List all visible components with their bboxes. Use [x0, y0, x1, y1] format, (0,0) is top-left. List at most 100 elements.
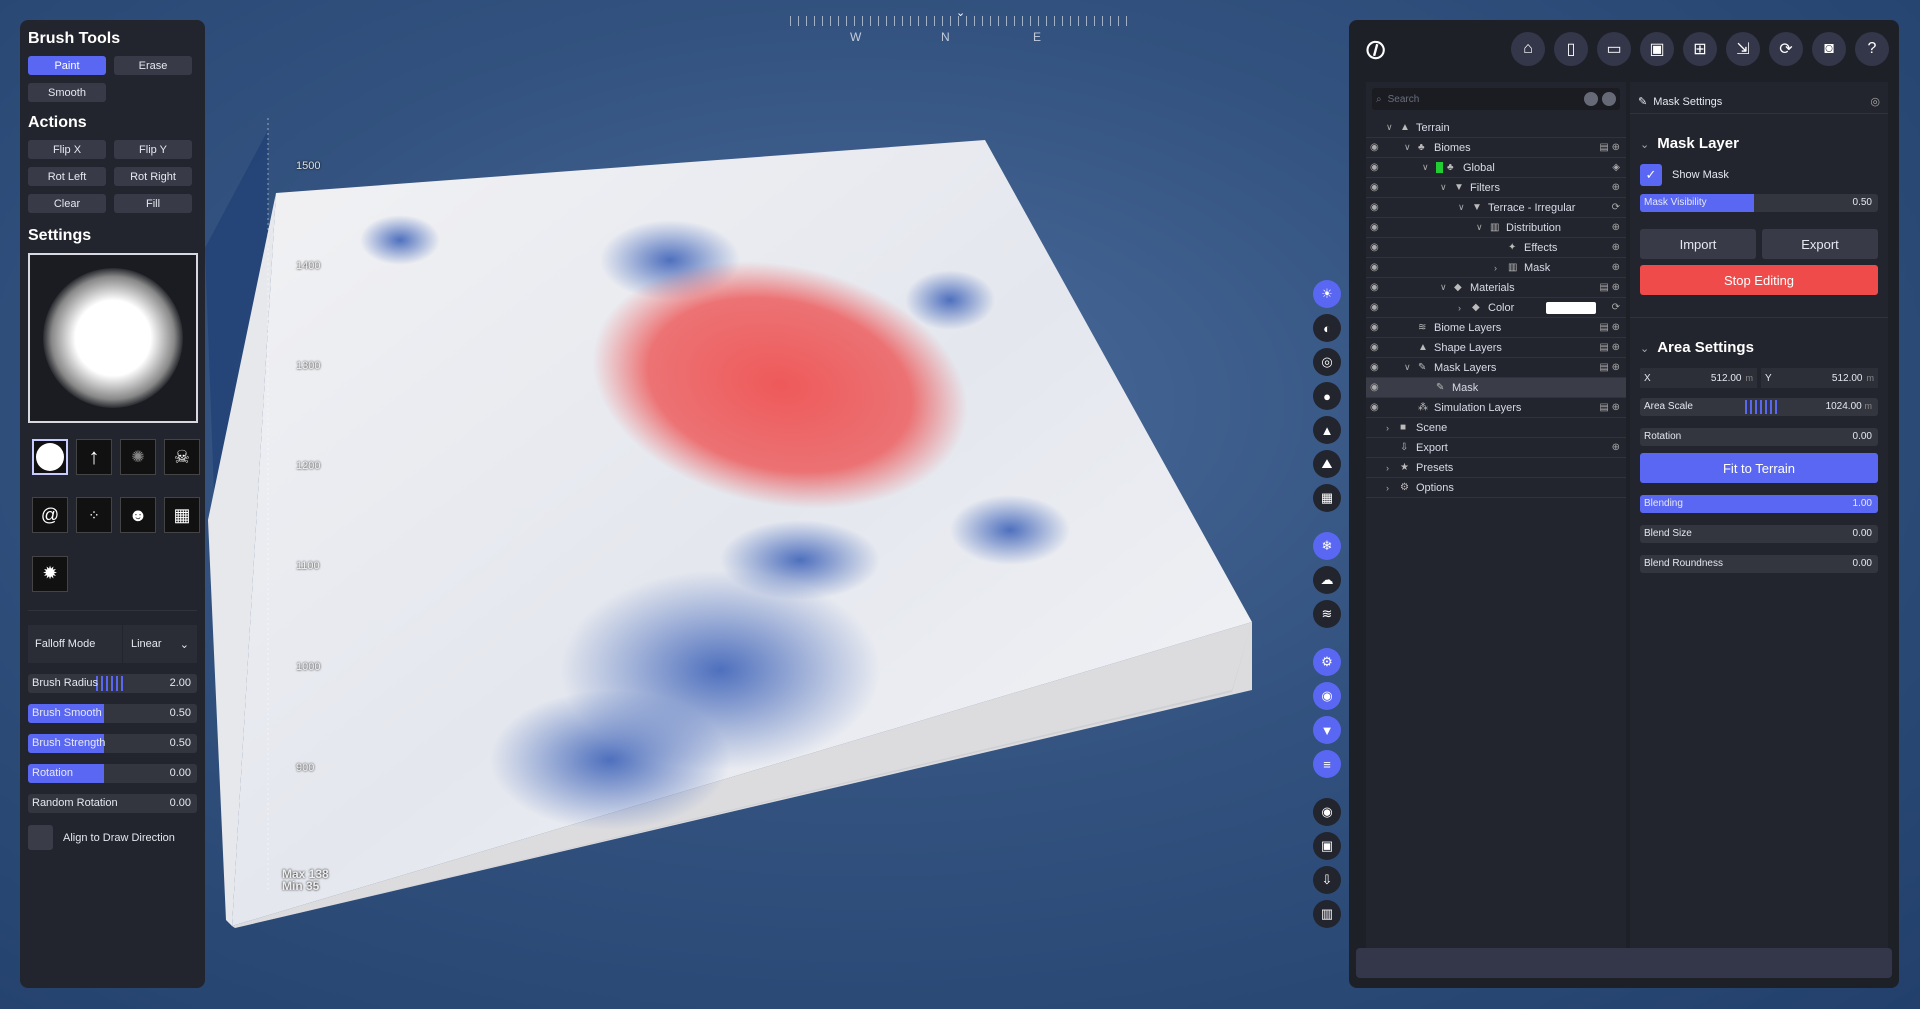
show-mask-checkbox[interactable]: ✓	[1640, 164, 1662, 186]
skull-crossbones-brush-icon[interactable]: ☠	[164, 439, 200, 475]
rot-right-button[interactable]: Rot Right	[114, 167, 192, 186]
help-icon[interactable]: ?	[1855, 32, 1889, 66]
tree-row[interactable]: ◉ ∨ ♣ Biomes ▤ ⊕	[1366, 138, 1626, 158]
tree-row[interactable]: ◉ ∨ ▥ Distribution ⊕	[1366, 218, 1626, 238]
tree-row[interactable]: ◉ ∨ ▼ Terrace - Irregular ⟳	[1366, 198, 1626, 218]
blend-size-slider[interactable]: Blend Size 0.00	[1640, 525, 1878, 543]
align-draw-direction-checkbox[interactable]	[28, 825, 53, 850]
home-icon[interactable]: ⌂	[1511, 32, 1545, 66]
eye-icon[interactable]: ◉	[1370, 362, 1386, 373]
tree-row[interactable]: ∨ ▲ Terrain	[1366, 118, 1626, 138]
tree-row[interactable]: › ⚙ Options	[1366, 478, 1626, 498]
tree-row[interactable]: ◉ ∨ ▼ Filters ⊕	[1366, 178, 1626, 198]
arrow-brush-icon[interactable]: ↑	[76, 439, 112, 475]
fit-to-terrain-button[interactable]: Fit to Terrain	[1640, 453, 1878, 483]
download-icon[interactable]: ⇩	[1313, 866, 1341, 894]
chevron-down-icon[interactable]: ∨	[1404, 362, 1418, 373]
row-action-icon[interactable]: ⊕	[1612, 262, 1620, 273]
tree-row[interactable]: ◉ › ▥ Mask ⊕	[1366, 258, 1626, 278]
target-icon[interactable]: ◎	[1313, 348, 1341, 376]
chevron-down-icon[interactable]: ∨	[1440, 282, 1454, 293]
y-field[interactable]: Y 512.00 m	[1761, 368, 1878, 388]
row-action-icon[interactable]: ▤ ⊕	[1599, 342, 1620, 353]
eye-icon[interactable]: ◉	[1370, 162, 1386, 173]
stop-editing-button[interactable]: Stop Editing	[1640, 265, 1878, 295]
chart-icon[interactable]: ▥	[1313, 900, 1341, 928]
chevron-right-icon[interactable]: ›	[1494, 263, 1508, 273]
water-drop-icon[interactable]: ●	[1313, 382, 1341, 410]
save-icon[interactable]: ▣	[1640, 32, 1674, 66]
search-input[interactable]: Search	[1388, 94, 1420, 105]
brush-radius-slider[interactable]: Brush Radius 2.00	[28, 674, 197, 693]
chevron-down-icon[interactable]: ∨	[1440, 182, 1454, 193]
row-action-icon[interactable]: ◈	[1612, 162, 1620, 173]
sun-icon[interactable]: ☀	[1313, 280, 1341, 308]
chevron-right-icon[interactable]: ›	[1386, 483, 1400, 493]
open-folder-icon[interactable]: ▭	[1597, 32, 1631, 66]
image-icon[interactable]: ▣	[1313, 832, 1341, 860]
flip-y-button[interactable]: Flip Y	[114, 140, 192, 159]
row-action-icon[interactable]: ▤ ⊕	[1599, 142, 1620, 153]
chevron-right-icon[interactable]: ›	[1386, 463, 1400, 473]
chevron-right-icon[interactable]: ›	[1386, 423, 1400, 433]
eye-icon[interactable]: ◉	[1313, 682, 1341, 710]
paint-button[interactable]: Paint	[28, 56, 106, 75]
chevron-down-icon[interactable]: ∨	[1422, 162, 1436, 173]
mountain-icon[interactable]: ▲	[1313, 416, 1341, 444]
slider-grip[interactable]	[1745, 400, 1777, 414]
eye-icon[interactable]: ◉	[1370, 402, 1386, 413]
fill-button[interactable]: Fill	[114, 194, 192, 213]
filter-icon[interactable]: ▼	[1313, 716, 1341, 744]
layers-icon[interactable]: ≡	[1313, 750, 1341, 778]
person-landscape-icon[interactable]: ⛰	[1313, 450, 1341, 478]
flip-x-button[interactable]: Flip X	[28, 140, 106, 159]
mask-visibility-slider[interactable]: Mask Visibility 0.50	[1640, 194, 1878, 212]
row-action-icon[interactable]: ⊕	[1612, 182, 1620, 193]
checker-brush-icon[interactable]: ▦	[164, 497, 200, 534]
rotation-slider[interactable]: Rotation 0.00	[1640, 428, 1878, 446]
refresh-icon[interactable]: ⟳	[1769, 32, 1803, 66]
slider-grip[interactable]	[96, 676, 126, 691]
new-file-icon[interactable]: ▯	[1554, 32, 1588, 66]
blending-slider[interactable]: Blending 1.00	[1640, 495, 1878, 513]
eye-icon[interactable]: ◉	[1370, 222, 1386, 233]
tree-row[interactable]: › ■ Scene	[1366, 418, 1626, 438]
tree-row[interactable]: ◉ ✦ Effects ⊕	[1366, 238, 1626, 258]
row-action-icon[interactable]: ⟳	[1612, 202, 1620, 213]
tree-row[interactable]: ◉ › ◆ Color ⟳	[1366, 298, 1626, 318]
export-button[interactable]: Export	[1762, 229, 1878, 259]
tree-row[interactable]: › ★ Presets	[1366, 458, 1626, 478]
tree-row[interactable]: ◉ ▲ Shape Layers ▤ ⊕	[1366, 338, 1626, 358]
spiral-brush-icon[interactable]: @	[32, 497, 68, 534]
dots-brush-icon[interactable]: ⁘	[76, 497, 112, 534]
chevron-right-icon[interactable]: ›	[1458, 303, 1472, 313]
row-action-icon[interactable]: ⊕	[1612, 222, 1620, 233]
settings-icon[interactable]: ⚙	[1313, 648, 1341, 676]
tree-row[interactable]: ◉ ∨ ◆ Materials ▤ ⊕	[1366, 278, 1626, 298]
scatter-brush-icon[interactable]: ✺	[120, 439, 156, 475]
chevron-down-icon[interactable]: ∨	[1476, 222, 1490, 233]
falloff-mode-select[interactable]: Linear ⌄	[122, 625, 197, 663]
tree-row[interactable]: ◉ ≋ Biome Layers ▤ ⊕	[1366, 318, 1626, 338]
tree-row[interactable]: ◉ ⁂ Simulation Layers ▤ ⊕	[1366, 398, 1626, 418]
eye-icon[interactable]: ◉	[1370, 282, 1386, 293]
chevron-down-icon[interactable]: ∨	[1404, 142, 1418, 153]
cloud-icon[interactable]: ☁	[1313, 566, 1341, 594]
skull-brush-icon[interactable]: ☻	[120, 497, 156, 534]
tree-row[interactable]: ◉ ∨ ♣ Global ◈	[1366, 158, 1626, 178]
export-icon[interactable]: ⇲	[1726, 32, 1760, 66]
eye-icon[interactable]: ◉	[1370, 182, 1386, 193]
eye-icon[interactable]: ◉	[1370, 382, 1386, 393]
eye-icon[interactable]: ◉	[1370, 302, 1386, 313]
row-action-icon[interactable]: ▤ ⊕	[1599, 402, 1620, 413]
clear-button[interactable]: Clear	[28, 194, 106, 213]
area-settings-section[interactable]: ⌄ Area Settings	[1640, 339, 1888, 356]
eye-icon[interactable]: ◉	[1370, 262, 1386, 273]
mask-layer-section[interactable]: ⌄ Mask Layer	[1640, 135, 1888, 152]
erase-button[interactable]: Erase	[114, 56, 192, 75]
row-action-icon[interactable]: ⊕	[1612, 242, 1620, 253]
rot-left-button[interactable]: Rot Left	[28, 167, 106, 186]
eye-icon[interactable]: ◉	[1370, 142, 1386, 153]
eye-icon[interactable]: ◉	[1370, 342, 1386, 353]
globe-icon[interactable]: ◐	[1313, 314, 1341, 342]
